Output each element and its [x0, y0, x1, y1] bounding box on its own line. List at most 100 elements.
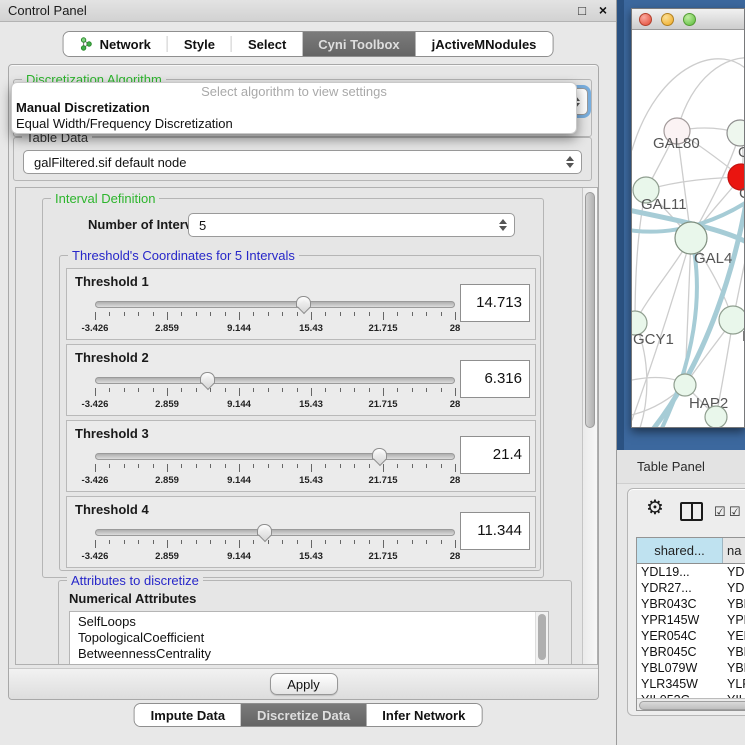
slider-handle[interactable] [372, 448, 387, 459]
tick-mark [354, 312, 355, 316]
network-node-hap2[interactable] [674, 374, 696, 396]
table-cell[interactable]: YBR045C [637, 644, 723, 660]
apply-button[interactable]: Apply [270, 673, 338, 695]
table-row[interactable]: YDL19...YDL1 [637, 564, 745, 580]
table-cell[interactable]: YLR3 [723, 676, 745, 692]
slider-track[interactable] [95, 377, 455, 384]
table-row[interactable]: YER054CYER0 [637, 628, 745, 644]
panel-scrollbar-thumb[interactable] [585, 192, 595, 428]
network-window-titlebar[interactable] [632, 9, 744, 30]
network-node-ga[interactable] [727, 120, 744, 146]
tick-mark [181, 540, 182, 544]
table-cell[interactable]: YER0 [723, 628, 745, 644]
control-panel-titlebar: Control Panel □ × [0, 0, 616, 22]
tick-mark [383, 540, 384, 548]
attributes-group: Attributes to discretize Numerical Attri… [58, 580, 572, 665]
slider-ticks [95, 388, 455, 397]
threshold-slider[interactable]: -3.4262.8599.14415.4321.71528 [95, 447, 455, 491]
table-cell[interactable]: YBL0 [723, 660, 745, 676]
tick-mark [397, 312, 398, 316]
dropdown-item-equal-width-frequency[interactable]: Equal Width/Frequency Discretization [12, 116, 576, 132]
table-data-combobox[interactable]: galFiltered.sif default node [23, 150, 582, 174]
tab-jactivemnodules[interactable]: jActiveMNodules [416, 32, 553, 56]
list-item[interactable]: TopologicalCoefficient [70, 630, 548, 646]
table-cell[interactable]: YBR043C [637, 596, 723, 612]
table-cell[interactable]: YDR2 [723, 580, 745, 596]
network-node[interactable] [705, 406, 727, 427]
table-row[interactable]: YDR27...YDR2 [637, 580, 745, 596]
tick-label: 21.715 [368, 551, 397, 562]
tick-mark [138, 540, 139, 544]
table-cell[interactable]: YDL1 [723, 564, 745, 580]
slider-handle[interactable] [296, 296, 311, 307]
table-row[interactable]: YBR043CYBR0 [637, 596, 745, 612]
table-panel-title: Table Panel [637, 459, 705, 474]
panel-scrollbar[interactable] [582, 188, 597, 664]
node-label: GAL4 [694, 250, 732, 267]
list-scrollbar[interactable] [535, 612, 548, 665]
table-cell[interactable]: YDR27... [637, 580, 723, 596]
table-row[interactable]: YBR045CYBR0 [637, 644, 745, 660]
slider-track[interactable] [95, 301, 455, 308]
table-cell[interactable]: YBL079W [637, 660, 723, 676]
list-item[interactable]: SelfLoops [70, 614, 548, 630]
threshold-1-panel: Threshold 1 -3.4262.8599.14415.4321.7152… [66, 268, 536, 340]
threshold-value-field[interactable]: 6.316 [460, 360, 530, 398]
threshold-slider[interactable]: -3.4262.8599.14415.4321.71528 [95, 523, 455, 567]
table-cell[interactable]: YER054C [637, 628, 723, 644]
table-cell[interactable]: YBR0 [723, 596, 745, 612]
slider-track[interactable] [95, 453, 455, 460]
gear-icon[interactable]: ⚙ [646, 498, 664, 518]
table-row[interactable]: YLR345WYLR3 [637, 676, 745, 692]
table-row[interactable]: YPR145WYPR1 [637, 612, 745, 628]
close-icon[interactable]: × [599, 2, 607, 18]
numerical-attributes-label: Numerical Attributes [69, 591, 196, 606]
tick-mark [239, 540, 240, 548]
slider-handle[interactable] [200, 372, 215, 383]
table-cell[interactable]: YBR0 [723, 644, 745, 660]
checkbox-icon[interactable]: ☑ [714, 505, 726, 518]
threshold-value-field[interactable]: 14.713 [460, 284, 530, 322]
slider-handle[interactable] [257, 524, 272, 535]
slider-track[interactable] [95, 529, 455, 536]
dropdown-item-manual-discretization[interactable]: Manual Discretization [12, 100, 576, 116]
threshold-3-panel: Threshold 3 -3.4262.8599.14415.4321.7152… [66, 420, 536, 492]
table-cell[interactable]: YPR1 [723, 612, 745, 628]
tab-cyni-toolbox[interactable]: Cyni Toolbox [302, 32, 415, 56]
table-cell[interactable]: YPR145W [637, 612, 723, 628]
tab-select[interactable]: Select [232, 32, 302, 56]
tab-style[interactable]: Style [168, 32, 231, 56]
network-node-h[interactable] [719, 306, 744, 334]
tab-infer-network[interactable]: Infer Network [366, 704, 481, 726]
column-header-name[interactable]: na [723, 538, 745, 563]
table-horizontal-scrollbar[interactable] [637, 698, 745, 711]
checkbox-icon[interactable]: ☑ [729, 505, 741, 518]
table-row[interactable]: YBL079WYBL0 [637, 660, 745, 676]
list-scrollbar-thumb[interactable] [538, 614, 546, 660]
table-hscroll-thumb[interactable] [639, 701, 745, 710]
numerical-attributes-list[interactable]: SelfLoops TopologicalCoefficient Between… [69, 611, 549, 665]
tab-discretize-data[interactable]: Discretize Data [241, 704, 366, 726]
threshold-slider[interactable]: -3.4262.8599.14415.4321.71528 [95, 295, 455, 339]
tick-label: 2.859 [155, 399, 179, 410]
close-traffic-light-icon[interactable] [639, 13, 652, 26]
float-window-icon[interactable]: □ [578, 3, 586, 18]
threshold-value-field[interactable]: 21.4 [460, 436, 530, 474]
column-header-shared-name[interactable]: shared... [637, 538, 723, 563]
threshold-slider[interactable]: -3.4262.8599.14415.4321.71528 [95, 371, 455, 415]
threshold-value-field[interactable]: 11.344 [460, 512, 530, 550]
number-of-intervals-combobox[interactable]: 5 [188, 213, 515, 237]
tab-network[interactable]: Network [64, 32, 167, 56]
network-canvas[interactable]: GAL80GACGAL11GAL4GCY1HHAP2 [632, 30, 744, 427]
table-cell[interactable]: YDL19... [637, 564, 723, 580]
split-view-icon[interactable] [680, 502, 703, 521]
group-title: Interval Definition [51, 191, 159, 206]
table-cell[interactable]: YLR345W [637, 676, 723, 692]
zoom-traffic-light-icon[interactable] [683, 13, 696, 26]
minimize-traffic-light-icon[interactable] [661, 13, 674, 26]
dropdown-item-placeholder[interactable]: Select algorithm to view settings [12, 84, 576, 100]
tab-impute-data[interactable]: Impute Data [135, 704, 241, 726]
tick-mark [297, 540, 298, 544]
list-item[interactable]: BetweennessCentrality [70, 646, 548, 662]
node-label: C [739, 185, 744, 202]
